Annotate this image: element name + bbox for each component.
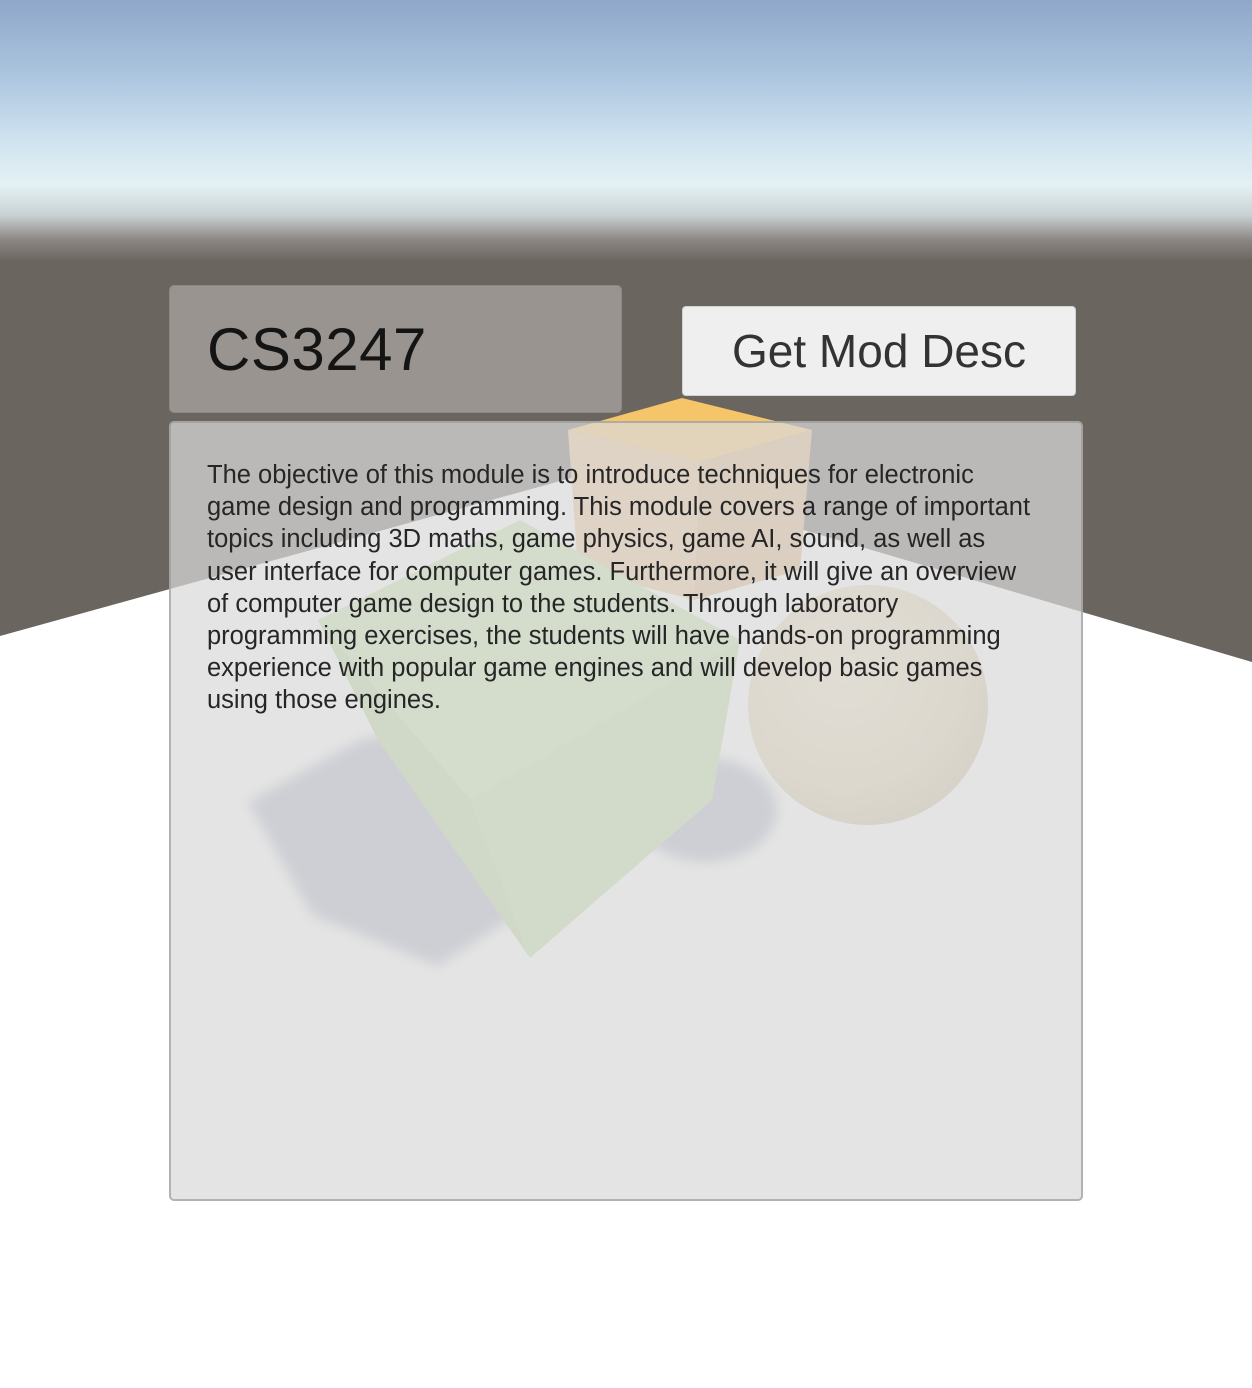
game-viewport: CS3247 Get Mod Desc The objective of thi… (0, 0, 1252, 1388)
get-mod-desc-button[interactable]: Get Mod Desc (682, 306, 1076, 396)
module-code-input[interactable]: CS3247 (169, 285, 622, 413)
module-code-value: CS3247 (207, 315, 427, 383)
module-description-panel[interactable]: The objective of this module is to intro… (169, 421, 1083, 1201)
module-description-text: The objective of this module is to intro… (207, 461, 1031, 715)
get-mod-desc-label: Get Mod Desc (732, 325, 1026, 377)
